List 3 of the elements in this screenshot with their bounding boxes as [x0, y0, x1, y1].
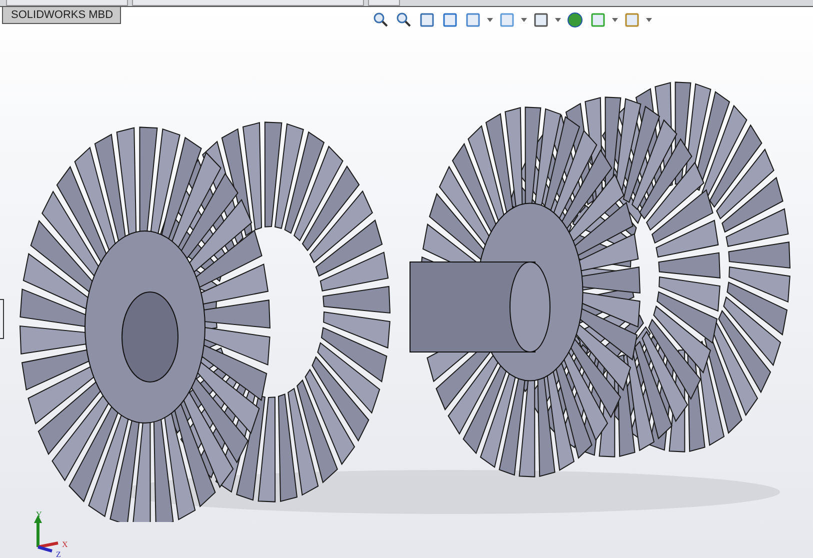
mbd-tab[interactable]: SOLIDWORKS MBD [2, 7, 122, 24]
panel-handle[interactable] [0, 299, 4, 339]
axis-triad-drawing: Y X Z [26, 505, 71, 558]
